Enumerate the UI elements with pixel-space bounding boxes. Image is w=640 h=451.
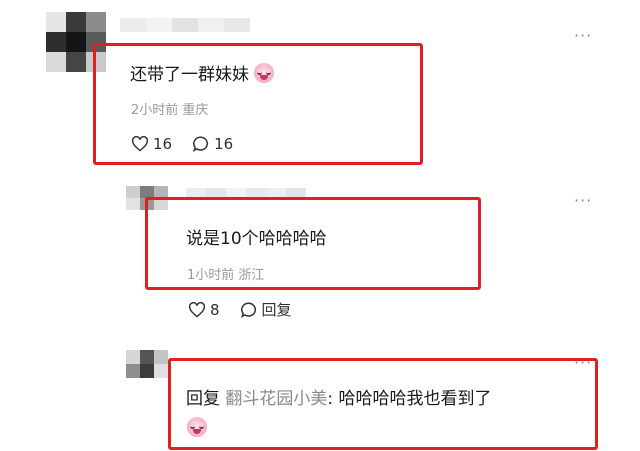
crying-laugh-emoji-icon [187,417,207,437]
comment-thread: ··· 还带了一群妹妹 2小时前 重庆 16 16 ··· 说是10个哈哈哈哈 … [0,0,640,451]
more-options-button[interactable]: ··· [574,28,592,44]
like-count: 8 [210,300,220,319]
avatar[interactable] [126,350,168,378]
like-button[interactable]: 16 [131,135,172,153]
more-options-button[interactable]: ··· [574,193,592,209]
like-count: 16 [153,135,173,153]
comment-bubble-icon [240,302,256,318]
reply-count: 16 [214,135,234,153]
comment-bubble-icon [193,136,209,152]
username[interactable] [120,18,250,32]
comment-meta: 2小时前 重庆 [131,103,209,118]
reply-button[interactable]: 回复 [240,299,292,320]
crying-laugh-emoji-icon [254,63,275,83]
comment-body: 说是10个哈哈哈哈 [186,229,327,249]
emoji-line [187,417,207,438]
reply-text: 回复 翻斗花园小美: 哈哈哈哈我也看到了 [186,384,492,409]
comment-actions: 16 16 [131,135,253,153]
heart-icon [188,301,206,318]
comment-actions: 8 回复 [188,299,312,320]
comment-meta: 1小时前 浙江 [187,268,265,283]
reply-label: 回复 [261,301,292,319]
reply-keyword: 回复 [186,389,220,409]
separator: : [327,389,334,409]
mention-link[interactable]: 翻斗花园小美 [225,389,327,409]
comment-body: 还带了一群妹妹 [130,65,249,85]
comment-body: 哈哈哈哈我也看到了 [338,389,492,409]
comment-button[interactable]: 16 [192,135,233,153]
heart-icon [131,136,149,152]
like-button[interactable]: 8 [188,301,220,319]
comment-text: 还带了一群妹妹 [130,60,275,85]
